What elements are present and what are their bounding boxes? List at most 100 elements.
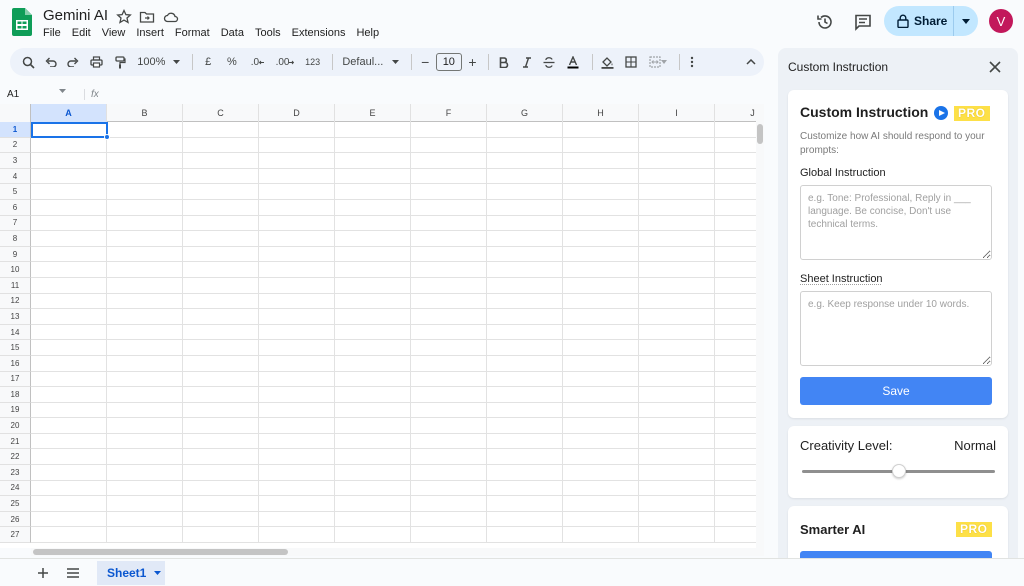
grid-cell[interactable]: [183, 355, 259, 372]
grid-cell[interactable]: [411, 168, 487, 185]
grid-cell[interactable]: [107, 215, 183, 232]
grid-cell[interactable]: [487, 511, 563, 528]
grid-cell[interactable]: [183, 122, 259, 138]
grid-cell[interactable]: [715, 403, 756, 419]
row-header[interactable]: 21: [0, 433, 31, 450]
grid-cell[interactable]: [487, 355, 563, 372]
grid-cell[interactable]: [259, 527, 335, 544]
account-avatar[interactable]: V: [989, 9, 1013, 33]
grid-cell[interactable]: [411, 199, 487, 216]
grid-cell[interactable]: [259, 387, 335, 403]
grid-cell[interactable]: [259, 340, 335, 356]
grid-cell[interactable]: [563, 324, 639, 341]
grid-cell[interactable]: [335, 137, 411, 154]
grid-cell[interactable]: [31, 433, 107, 450]
grid-cell[interactable]: [335, 527, 411, 544]
grid-cell[interactable]: [563, 340, 639, 356]
fill-color-button[interactable]: [598, 51, 618, 73]
grid-cell[interactable]: [183, 293, 259, 310]
grid-cell[interactable]: [183, 418, 259, 434]
sheet-tab[interactable]: Sheet1: [97, 561, 165, 585]
grid-cell[interactable]: [31, 184, 107, 200]
undo-button[interactable]: [41, 51, 61, 73]
grid-cell[interactable]: [411, 262, 487, 278]
grid-cell[interactable]: [183, 215, 259, 232]
row-header[interactable]: 10: [0, 262, 31, 278]
grid-cell[interactable]: [639, 199, 715, 216]
text-color-button[interactable]: [562, 51, 584, 73]
grid-cell[interactable]: [715, 200, 756, 216]
vertical-scrollbar[interactable]: [756, 104, 764, 548]
grid-cell[interactable]: [563, 418, 639, 434]
fill-handle[interactable]: [104, 134, 110, 140]
grid-cell[interactable]: [183, 324, 259, 341]
row-header[interactable]: 19: [0, 402, 31, 419]
grid-cell[interactable]: [183, 480, 259, 497]
grid-cell[interactable]: [639, 402, 715, 419]
grid-cell[interactable]: [259, 168, 335, 185]
grid-cell[interactable]: [107, 199, 183, 216]
grid-cell[interactable]: [259, 137, 335, 154]
grid-cell[interactable]: [715, 309, 756, 325]
grid-cell[interactable]: [639, 371, 715, 388]
grid-cell[interactable]: [715, 340, 756, 356]
italic-button[interactable]: [517, 51, 537, 73]
grid-cell[interactable]: [715, 387, 756, 403]
grid-cell[interactable]: [563, 277, 639, 294]
grid-cell[interactable]: [639, 122, 715, 138]
grid-cell[interactable]: [183, 340, 259, 356]
grid-cell[interactable]: [335, 122, 411, 138]
grid-cell[interactable]: [563, 122, 639, 138]
comments-button[interactable]: [851, 10, 875, 34]
print-button[interactable]: [86, 51, 108, 73]
column-header[interactable]: E: [335, 104, 411, 122]
grid-cell[interactable]: [487, 277, 563, 294]
grid-cell[interactable]: [639, 168, 715, 185]
grid-cell[interactable]: [639, 324, 715, 341]
grid-cell[interactable]: [335, 387, 411, 403]
all-sheets-button[interactable]: [65, 565, 81, 581]
grid-cell[interactable]: [31, 262, 107, 278]
grid-cell[interactable]: [639, 184, 715, 200]
horizontal-scroll-thumb[interactable]: [33, 549, 288, 555]
row-header[interactable]: 8: [0, 231, 31, 247]
grid-cell[interactable]: [487, 371, 563, 388]
row-header[interactable]: 26: [0, 511, 31, 528]
grid-cell[interactable]: [411, 449, 487, 466]
increase-decimal-button[interactable]: .00: [272, 51, 298, 73]
grid-cell[interactable]: [639, 355, 715, 372]
grid-cell[interactable]: [715, 512, 756, 528]
grid-cell[interactable]: [639, 246, 715, 263]
grid-cell[interactable]: [107, 168, 183, 185]
grid-cell[interactable]: [183, 496, 259, 512]
grid-cell[interactable]: [487, 137, 563, 154]
grid-cell[interactable]: [259, 215, 335, 232]
paint-format-button[interactable]: [111, 51, 131, 73]
merge-cells-button[interactable]: [645, 51, 671, 73]
grid-cell[interactable]: [639, 480, 715, 497]
star-icon[interactable]: [116, 9, 132, 25]
font-select[interactable]: Defaul...: [338, 51, 403, 73]
grid-cell[interactable]: [259, 262, 335, 278]
play-video-icon[interactable]: [934, 106, 948, 120]
grid-cell[interactable]: [335, 199, 411, 216]
grid-cell[interactable]: [411, 527, 487, 544]
row-header[interactable]: 27: [0, 527, 31, 544]
increase-font-size-button[interactable]: +: [465, 51, 481, 73]
grid-cell[interactable]: [715, 231, 756, 247]
grid-cell[interactable]: [259, 511, 335, 528]
share-dropdown-button[interactable]: [954, 18, 978, 24]
grid-cell[interactable]: [107, 355, 183, 372]
grid-cell[interactable]: [31, 496, 107, 512]
grid-cell[interactable]: [183, 277, 259, 294]
grid-cell[interactable]: [487, 324, 563, 341]
grid-cell[interactable]: [411, 433, 487, 450]
column-header[interactable]: H: [563, 104, 639, 122]
grid-cell[interactable]: [107, 527, 183, 544]
grid-cell[interactable]: [411, 309, 487, 325]
grid-cell[interactable]: [107, 153, 183, 169]
percent-format-button[interactable]: %: [221, 51, 243, 73]
grid-cell[interactable]: [715, 434, 756, 450]
grid-cell[interactable]: [563, 153, 639, 169]
grid-cell[interactable]: [487, 402, 563, 419]
